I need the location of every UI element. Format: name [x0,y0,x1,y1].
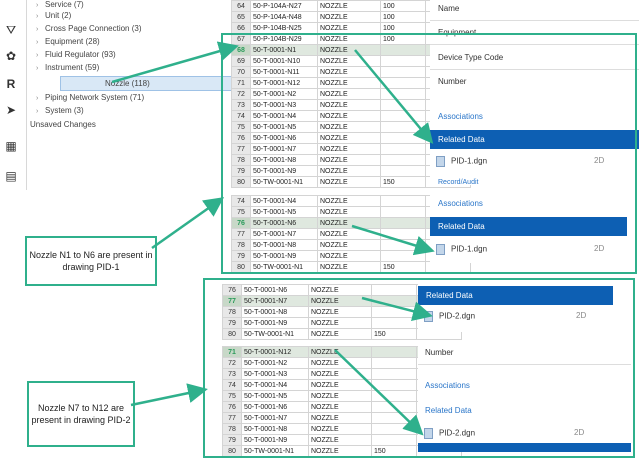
arrow-n7-to-panel [361,296,433,321]
arrow-callout1 [151,197,225,250]
arrow-n6-to-panel [351,224,435,256]
arrow-nozzle-to-grid [111,41,239,84]
arrow-n1-to-panel [354,49,434,144]
arrow-callout2 [130,383,208,407]
annotation-arrows [111,41,435,436]
arrow-n12-to-panel [334,349,424,436]
